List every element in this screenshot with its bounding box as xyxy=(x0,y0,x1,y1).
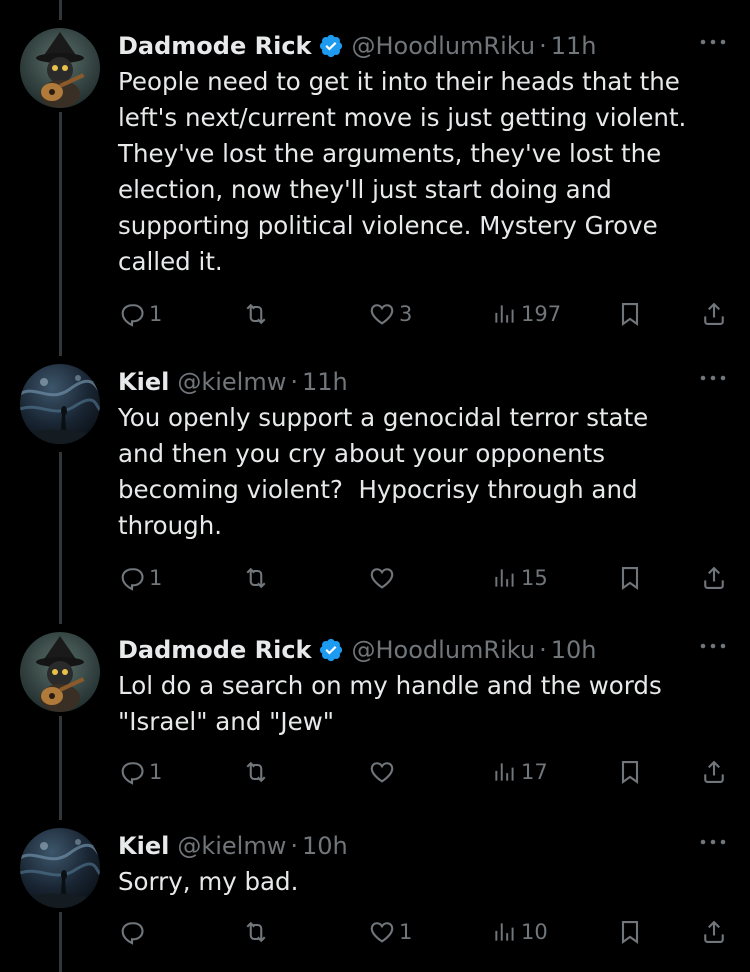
three-dots-icon[interactable] xyxy=(696,832,730,852)
bookmark-icon xyxy=(621,921,639,944)
thread-line xyxy=(59,112,62,356)
avatar[interactable] xyxy=(20,828,100,908)
bookmark-icon xyxy=(621,761,639,784)
reply-button[interactable]: 1 xyxy=(118,756,162,788)
timestamp[interactable]: 10h xyxy=(551,636,597,664)
reply-button[interactable]: 1 xyxy=(118,298,162,330)
avatar[interactable] xyxy=(20,632,100,712)
share-upload-icon xyxy=(704,302,724,325)
heart-icon xyxy=(370,762,394,783)
display-name[interactable]: Kiel xyxy=(118,832,169,860)
verified-badge-icon xyxy=(318,33,344,59)
avatar[interactable] xyxy=(20,364,100,444)
bar-chart-icon xyxy=(495,763,514,781)
bookmark-button[interactable] xyxy=(616,298,644,330)
reply-count: 1 xyxy=(149,760,163,784)
repost-arrows-icon xyxy=(246,921,266,943)
share-button[interactable] xyxy=(700,756,728,788)
bar-chart-icon xyxy=(495,569,514,587)
separator: · xyxy=(539,32,547,60)
bookmark-icon xyxy=(621,303,639,326)
tweet-text: Lol do a search on my handle and the wor… xyxy=(118,671,662,736)
reply-count: 1 xyxy=(149,566,163,590)
timestamp[interactable]: 11h xyxy=(551,32,597,60)
bar-chart-icon xyxy=(495,923,514,941)
speech-bubble-icon xyxy=(121,762,144,785)
bookmark-button[interactable] xyxy=(616,562,644,594)
heart-icon xyxy=(370,922,394,943)
thread-line xyxy=(59,912,62,972)
tweet-text: Sorry, my bad. xyxy=(118,867,299,896)
speech-bubble-icon xyxy=(121,568,144,591)
separator: · xyxy=(290,368,298,396)
speech-bubble-icon xyxy=(121,922,144,945)
handle[interactable]: @HoodlumRiku xyxy=(352,636,536,664)
bar-chart-icon xyxy=(495,305,514,323)
views-button[interactable]: 197 xyxy=(492,298,561,330)
reply-button[interactable] xyxy=(118,916,149,948)
handle[interactable]: @kielmw xyxy=(177,832,286,860)
handle[interactable]: @HoodlumRiku xyxy=(352,32,536,60)
bookmark-button[interactable] xyxy=(616,756,644,788)
repost-button[interactable] xyxy=(242,756,273,788)
thread-line xyxy=(59,716,62,820)
like-button[interactable]: 1 xyxy=(368,916,412,948)
like-count: 3 xyxy=(399,302,413,326)
tweet-text: People need to get it into their heads t… xyxy=(118,67,687,276)
view-count: 17 xyxy=(521,760,548,784)
reply-button[interactable]: 1 xyxy=(118,562,162,594)
heart-icon xyxy=(370,568,394,589)
view-count: 10 xyxy=(521,920,548,944)
display-name[interactable]: Dadmode Rick xyxy=(118,636,312,664)
repost-button[interactable] xyxy=(242,298,273,330)
like-count: 1 xyxy=(399,920,413,944)
like-button[interactable] xyxy=(368,562,399,594)
view-count: 197 xyxy=(521,302,562,326)
repost-button[interactable] xyxy=(242,916,273,948)
share-upload-icon xyxy=(704,920,724,943)
like-button[interactable]: 3 xyxy=(368,298,412,330)
timestamp[interactable]: 11h xyxy=(302,368,348,396)
repost-arrows-icon xyxy=(246,567,266,589)
heart-icon xyxy=(370,304,394,325)
like-button[interactable] xyxy=(368,756,399,788)
three-dots-icon[interactable] xyxy=(696,636,730,656)
views-button[interactable]: 17 xyxy=(492,756,548,788)
avatar[interactable] xyxy=(20,28,100,108)
verified-badge-icon xyxy=(318,637,344,663)
bookmark-icon xyxy=(621,567,639,590)
repost-arrows-icon xyxy=(246,761,266,783)
bookmark-button[interactable] xyxy=(616,916,644,948)
share-button[interactable] xyxy=(700,916,728,948)
display-name[interactable]: Dadmode Rick xyxy=(118,32,312,60)
three-dots-icon[interactable] xyxy=(696,368,730,388)
thread-line xyxy=(59,452,62,624)
thread-line xyxy=(59,0,62,20)
separator: · xyxy=(290,832,298,860)
speech-bubble-icon xyxy=(121,304,144,327)
separator: · xyxy=(539,636,547,664)
views-button[interactable]: 15 xyxy=(492,562,548,594)
reply-count: 1 xyxy=(149,302,163,326)
share-upload-icon xyxy=(704,760,724,783)
three-dots-icon[interactable] xyxy=(696,32,730,52)
handle[interactable]: @kielmw xyxy=(177,368,286,396)
repost-arrows-icon xyxy=(246,303,266,325)
share-button[interactable] xyxy=(700,298,728,330)
views-button[interactable]: 10 xyxy=(492,916,548,948)
timestamp[interactable]: 10h xyxy=(302,832,348,860)
display-name[interactable]: Kiel xyxy=(118,368,169,396)
tweet-text: You openly support a genocidal terror st… xyxy=(118,403,649,540)
repost-button[interactable] xyxy=(242,562,273,594)
share-upload-icon xyxy=(704,566,724,589)
view-count: 15 xyxy=(521,566,548,590)
share-button[interactable] xyxy=(700,562,728,594)
